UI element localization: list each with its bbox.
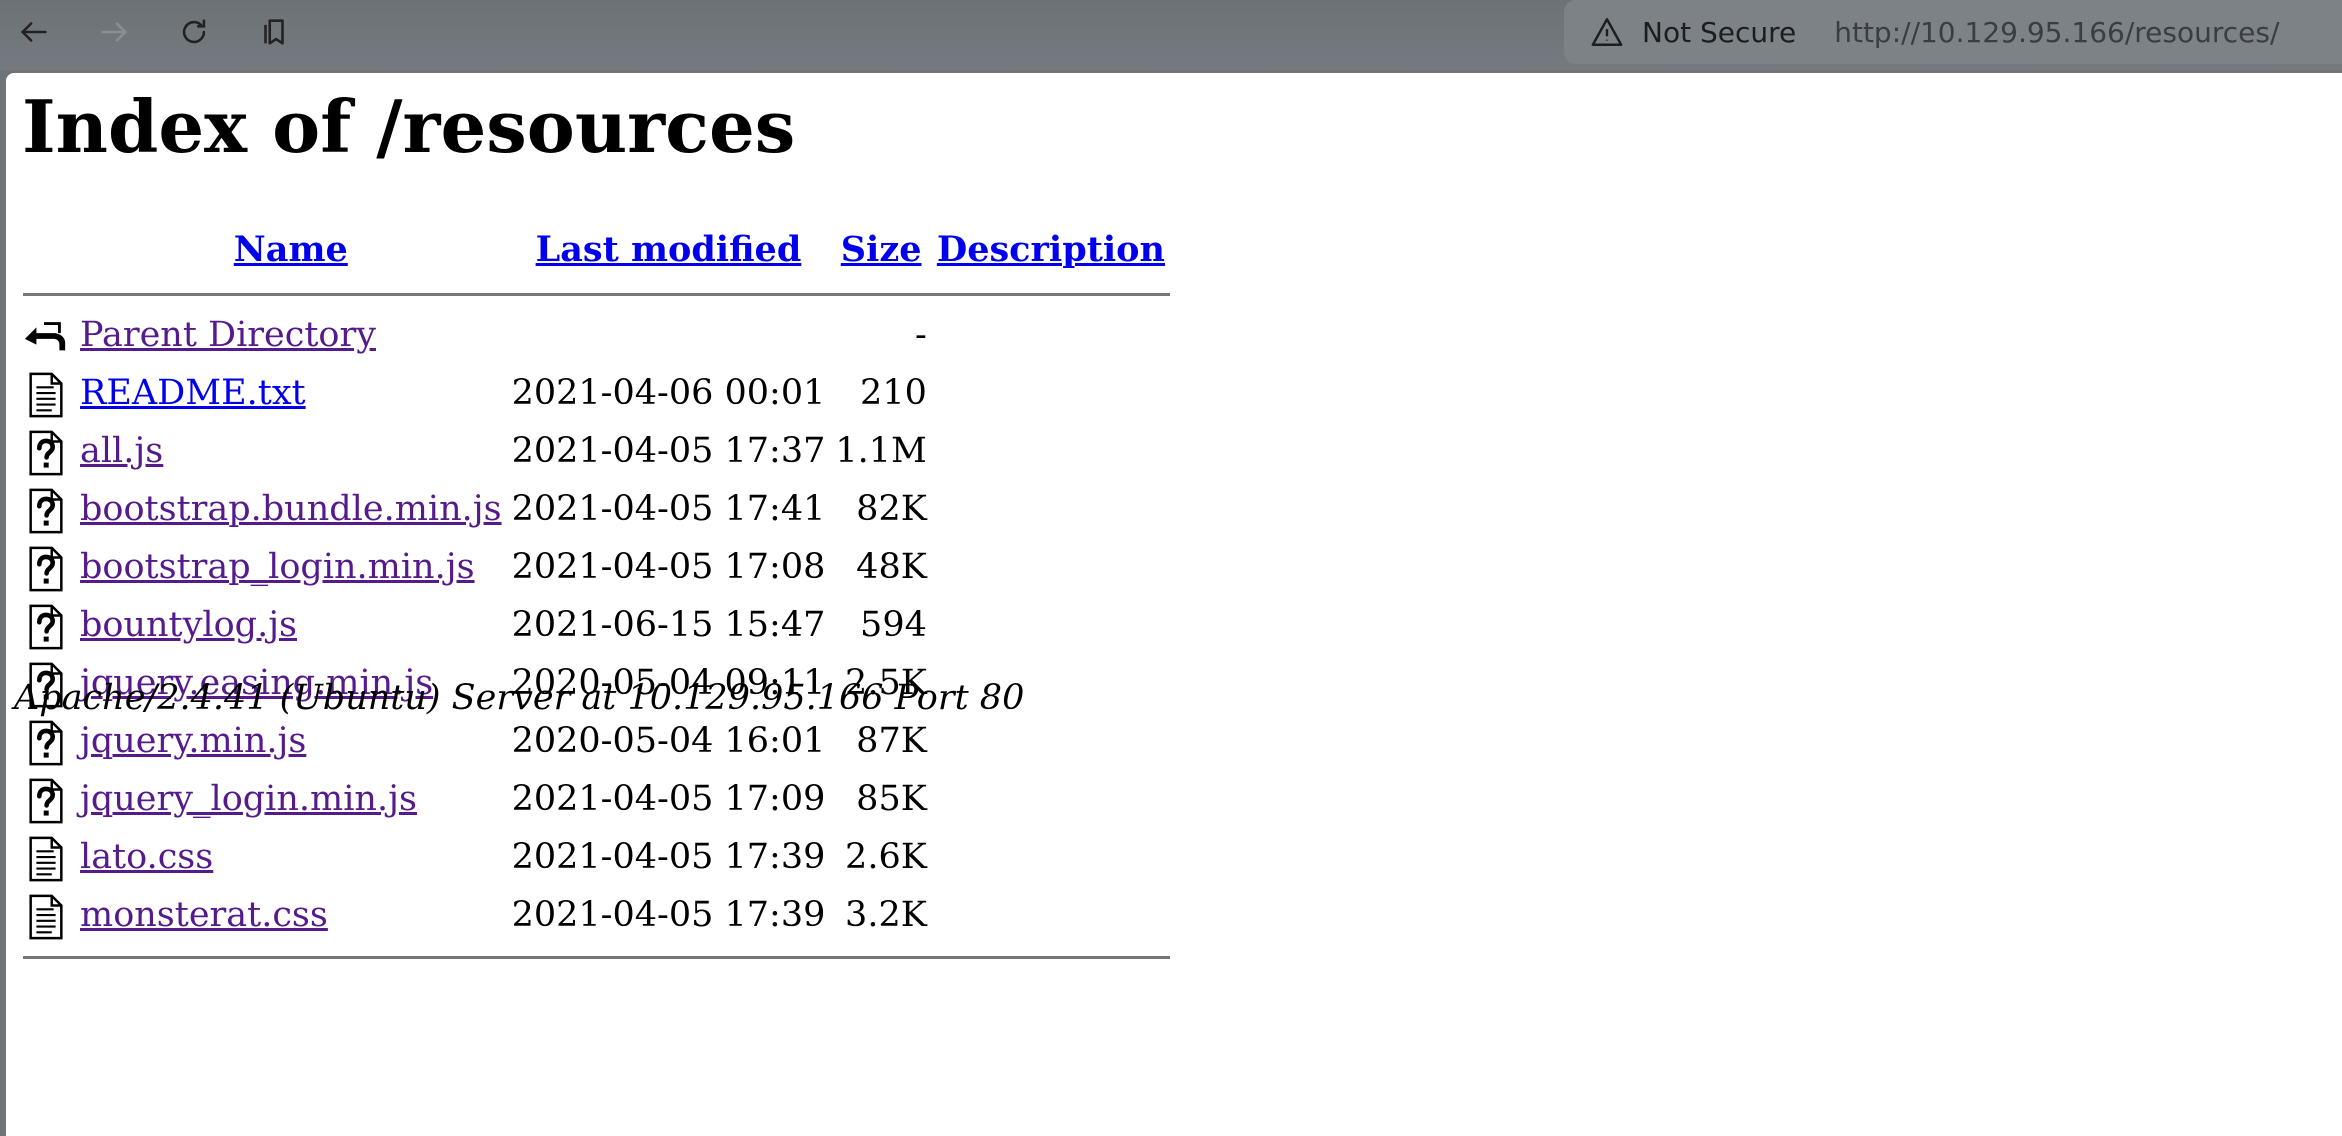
warning-icon bbox=[1591, 18, 1623, 46]
divider bbox=[23, 293, 1170, 296]
description-cell bbox=[932, 886, 1170, 944]
file-link[interactable]: jquery.min.js bbox=[80, 721, 306, 761]
last-modified-cell: 2021-04-06 00:01 bbox=[511, 373, 826, 413]
size-cell: 85K bbox=[856, 779, 927, 819]
file-link[interactable]: bootstrap.bundle.min.js bbox=[80, 489, 502, 529]
size-cell: 2.6K bbox=[845, 837, 927, 877]
file-link[interactable]: monsterat.css bbox=[80, 895, 328, 935]
size-cell: 87K bbox=[856, 721, 927, 761]
address-bar[interactable]: Not Secure http://10.129.95.166/resource… bbox=[1564, 0, 2342, 64]
size-cell: 3.2K bbox=[845, 895, 927, 935]
parent-directory-row: Parent Directory - bbox=[23, 306, 1170, 364]
file-link[interactable]: bootstrap_login.min.js bbox=[80, 547, 475, 587]
last-modified-cell: 2021-04-05 17:08 bbox=[511, 547, 826, 587]
unknown-file-icon bbox=[29, 546, 63, 592]
security-label[interactable]: Not Secure bbox=[1642, 16, 1796, 49]
description-header: Description bbox=[932, 221, 1170, 279]
page-title: Index of /resources bbox=[22, 84, 796, 169]
bookmark-icon bbox=[264, 19, 284, 45]
sort-by-name-link[interactable]: Name bbox=[234, 229, 348, 270]
text-file-icon bbox=[29, 836, 63, 882]
file-row: lato.css 2021-04-05 17:39 2.6K bbox=[23, 828, 1170, 886]
file-row: jquery_login.min.js 2021-04-05 17:09 85K bbox=[23, 770, 1170, 828]
description-cell bbox=[932, 364, 1170, 422]
divider bbox=[23, 956, 1170, 959]
bookmarks-button[interactable] bbox=[252, 12, 296, 52]
server-signature: Apache/2.4.41 (Ubuntu) Server at 10.129.… bbox=[14, 678, 1025, 718]
size-cell: - bbox=[915, 315, 927, 355]
file-row: README.txt 2021-04-06 00:01 210 bbox=[23, 364, 1170, 422]
last-modified-header: Last modified bbox=[507, 221, 831, 279]
description-cell bbox=[932, 712, 1170, 770]
last-modified-cell: 2021-06-15 15:47 bbox=[511, 605, 826, 645]
url-text[interactable]: http://10.129.95.166/resources/ bbox=[1834, 16, 2279, 49]
description-cell bbox=[932, 596, 1170, 654]
unknown-file-icon bbox=[29, 430, 63, 476]
size-cell: 48K bbox=[856, 547, 927, 587]
parent-directory-link[interactable]: Parent Directory bbox=[80, 315, 376, 355]
unknown-file-icon bbox=[29, 488, 63, 534]
last-modified-cell: 2021-04-05 17:37 bbox=[511, 431, 826, 471]
last-modified-cell: 2020-05-04 16:01 bbox=[511, 721, 826, 761]
file-row: bootstrap_login.min.js 2021-04-05 17:08 48… bbox=[23, 538, 1170, 596]
description-cell bbox=[932, 538, 1170, 596]
unknown-file-icon bbox=[29, 778, 63, 824]
file-row: bootstrap.bundle.min.js 2021-04-05 17:41 8… bbox=[23, 480, 1170, 538]
file-link[interactable]: lato.css bbox=[80, 837, 213, 877]
last-modified-cell: 2021-04-05 17:41 bbox=[511, 489, 826, 529]
last-modified-cell: 2021-04-05 17:09 bbox=[511, 779, 826, 819]
unknown-file-icon bbox=[29, 604, 63, 650]
unknown-file-icon bbox=[29, 720, 63, 766]
size-cell: 1.1M bbox=[835, 431, 927, 471]
size-cell: 594 bbox=[860, 605, 927, 645]
name-header: Name bbox=[75, 221, 507, 279]
description-cell bbox=[932, 770, 1170, 828]
arrow-right-icon bbox=[101, 22, 128, 42]
file-link[interactable]: bountylog.js bbox=[80, 605, 297, 645]
file-row: bountylog.js 2021-06-15 15:47 594 bbox=[23, 596, 1170, 654]
browser-toolbar: Not Secure http://10.129.95.166/resource… bbox=[0, 0, 2342, 70]
sort-by-description-link[interactable]: Description bbox=[937, 229, 1165, 270]
back-button[interactable] bbox=[12, 12, 56, 52]
reload-button[interactable] bbox=[172, 12, 216, 52]
description-cell bbox=[932, 480, 1170, 538]
text-file-icon bbox=[29, 894, 63, 940]
file-row: all.js 2021-04-05 17:37 1.1M bbox=[23, 422, 1170, 480]
description-cell bbox=[932, 422, 1170, 480]
back-arrow-icon bbox=[24, 322, 66, 351]
sort-by-size-link[interactable]: Size bbox=[841, 229, 922, 270]
reload-icon bbox=[182, 19, 206, 44]
file-link[interactable]: README.txt bbox=[80, 373, 306, 413]
arrow-left-icon bbox=[20, 22, 47, 42]
sort-by-last-modified-link[interactable]: Last modified bbox=[536, 229, 802, 270]
file-link[interactable]: all.js bbox=[80, 431, 163, 471]
page-content: Index of /resources Name Last modified S… bbox=[6, 73, 2342, 1136]
text-file-icon bbox=[29, 372, 63, 418]
file-link[interactable]: jquery_login.min.js bbox=[80, 779, 417, 819]
last-modified-cell: 2021-04-05 17:39 bbox=[511, 837, 826, 877]
last-modified-cell: 2021-04-05 17:39 bbox=[511, 895, 826, 935]
size-cell: 210 bbox=[860, 373, 927, 413]
file-row: monsterat.css 2021-04-05 17:39 3.2K bbox=[23, 886, 1170, 944]
header-row: Name Last modified Size Description bbox=[23, 221, 1170, 279]
directory-listing: Name Last modified Size Description Pare… bbox=[23, 221, 1170, 959]
forward-button[interactable] bbox=[92, 12, 136, 52]
size-cell: 82K bbox=[856, 489, 927, 529]
file-row: jquery.min.js 2020-05-04 16:01 87K bbox=[23, 712, 1170, 770]
size-header: Size bbox=[830, 221, 932, 279]
description-cell bbox=[932, 828, 1170, 886]
